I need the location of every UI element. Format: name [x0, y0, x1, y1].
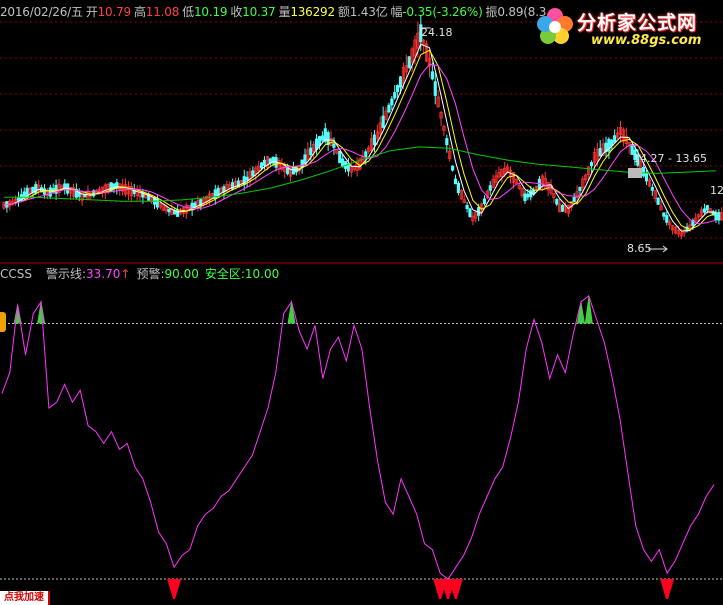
- price-header: 2016/02/26/五 开10.79 高11.08 低10.19 收10.37 量136…: [0, 3, 549, 20]
- close-value: 10.37: [242, 5, 276, 19]
- candle-body: [650, 187, 654, 191]
- candle-body: [642, 166, 646, 177]
- high-value: 11.08: [145, 5, 180, 19]
- candle-body: [705, 205, 709, 211]
- candle-body: [396, 85, 400, 93]
- range-label: 14.27 - 13.65: [633, 152, 707, 165]
- candle-body: [644, 173, 649, 182]
- amplitude-label: 振: [485, 5, 498, 19]
- indicator-header: CCSS 警示线:33.70↑ 预警:90.00 安全区:10.00: [0, 265, 285, 282]
- candle-body: [309, 147, 313, 156]
- candle-body: [488, 185, 492, 191]
- warn-arrow-icon: ↑: [120, 267, 131, 281]
- flower-logo-icon: [537, 8, 573, 44]
- candle-body: [465, 205, 469, 209]
- candle-body: [387, 104, 391, 113]
- volume-value: 136292: [290, 5, 335, 19]
- candle-body: [613, 135, 617, 143]
- candle-body: [555, 198, 559, 205]
- candle-body: [662, 212, 666, 217]
- candle-body: [245, 176, 249, 181]
- candle-body: [251, 170, 255, 177]
- date-label: 2016/02/26/五: [0, 5, 83, 19]
- logo-title: 分析家公式网: [577, 12, 698, 34]
- candle-body: [445, 138, 449, 146]
- candle-body: [572, 196, 576, 203]
- candle-body: [332, 143, 336, 148]
- candle-body: [589, 162, 594, 167]
- candle-body: [262, 159, 267, 166]
- candle-body: [16, 197, 21, 201]
- candle-body: [393, 92, 397, 99]
- range-box: [628, 168, 642, 178]
- candle-body: [482, 198, 487, 205]
- candle-body: [372, 134, 377, 146]
- volume-label: 量: [278, 5, 291, 19]
- open-label: 开: [85, 5, 98, 19]
- candle-body: [259, 162, 264, 169]
- ccss-line: [1, 295, 715, 580]
- candle-body: [317, 136, 322, 147]
- candle-body: [430, 71, 434, 80]
- candle-body: [656, 197, 660, 205]
- side-expand-handle[interactable]: [0, 312, 6, 332]
- candle-body: [320, 135, 324, 141]
- candle-body: [326, 132, 330, 145]
- candle-body: [433, 81, 437, 96]
- candle-body: [34, 184, 38, 194]
- speed-up-button[interactable]: 点我加速: [0, 591, 50, 605]
- safe-label: 安全区:: [204, 267, 245, 281]
- amount-label: 额: [337, 5, 350, 19]
- warn-fill: [660, 579, 675, 599]
- indicator-name: CCSS: [0, 267, 32, 281]
- candle-body: [561, 205, 565, 212]
- candle-body: [456, 182, 461, 194]
- candle-body: [523, 193, 527, 202]
- safe-value: 10.00: [244, 267, 280, 281]
- open-value: 10.79: [97, 5, 132, 19]
- close-label: 收: [230, 5, 243, 19]
- warn-fill: [167, 579, 182, 599]
- site-logo[interactable]: 分析家公式网 www.88gs.com: [527, 4, 717, 50]
- candle-body: [407, 56, 411, 68]
- candle-body: [453, 178, 458, 185]
- change-value: -0.35(-3.26%): [402, 5, 483, 19]
- alert-value: 90.00: [164, 267, 199, 281]
- logo-url: www.88gs.com: [591, 33, 702, 48]
- low-label: 低: [182, 5, 194, 19]
- right-price-label: 12: [710, 184, 723, 197]
- candle-body: [598, 148, 602, 157]
- candle-body: [364, 151, 368, 158]
- ccss-indicator: [0, 293, 723, 599]
- candle-body: [468, 208, 472, 218]
- alert-label: 预警:: [136, 267, 165, 281]
- candle-body: [717, 212, 721, 221]
- candle-body: [526, 193, 530, 198]
- peak-price-label: 24.18: [421, 26, 453, 39]
- candle-body: [48, 187, 52, 197]
- candle-body: [578, 186, 582, 191]
- candle-body: [303, 154, 307, 165]
- low-value: 10.19: [193, 5, 228, 19]
- low-price-label: 8.65: [627, 242, 652, 255]
- candle-body: [451, 165, 455, 171]
- candle-body: [341, 158, 345, 168]
- chart-canvas: [0, 15, 723, 599]
- candle-body: [390, 98, 394, 106]
- warn-value: 33.70: [86, 267, 121, 281]
- candle-body: [381, 115, 385, 128]
- amount-value: 1.43亿: [349, 5, 388, 19]
- candle-body: [338, 150, 342, 164]
- change-label: 幅: [390, 5, 403, 19]
- candle-body: [291, 167, 296, 175]
- candle-body: [176, 209, 180, 217]
- candle-body: [665, 215, 669, 223]
- high-label: 高: [133, 5, 146, 19]
- warn-label: 警示线:: [46, 267, 87, 281]
- candle-body: [398, 76, 403, 88]
- candle-body: [702, 208, 707, 213]
- candle-body: [167, 208, 171, 213]
